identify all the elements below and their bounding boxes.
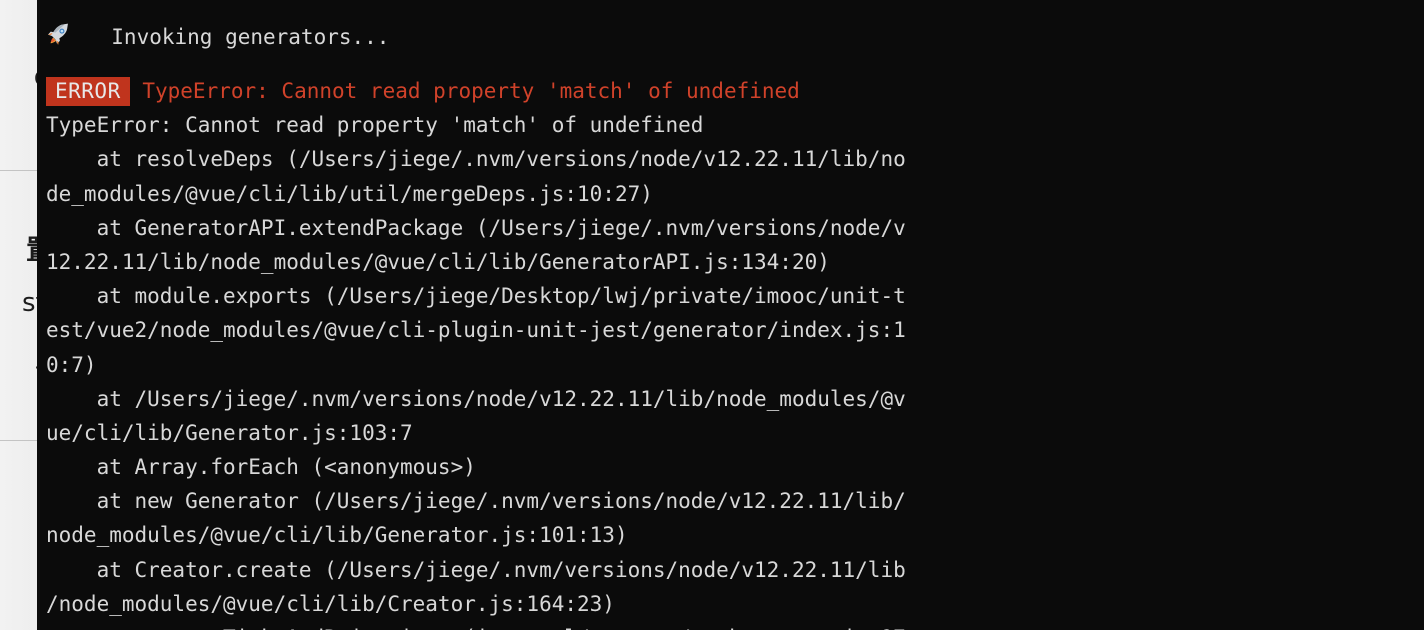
error-badge: ERROR bbox=[46, 77, 130, 106]
terminal-line: 0:7) bbox=[37, 348, 1424, 382]
terminal-line: at /Users/jiege/.nvm/versions/node/v12.2… bbox=[37, 382, 1424, 416]
terminal-line: node_modules/@vue/cli/lib/Generator.js:1… bbox=[37, 518, 1424, 552]
terminal-status-line: Invoking generators... bbox=[37, 0, 1424, 74]
terminal-text: at processTicksAndRejections (internal/p… bbox=[46, 626, 906, 630]
terminal-text: est/vue2/node_modules/@vue/cli-plugin-un… bbox=[46, 318, 906, 343]
terminal-text: at Array.forEach (<anonymous>) bbox=[46, 455, 476, 480]
terminal-text: at GeneratorAPI.extendPackage (/Users/ji… bbox=[46, 215, 906, 240]
terminal-line: at GeneratorAPI.extendPackage (/Users/ji… bbox=[37, 211, 1424, 245]
terminal-text: at module.exports (/Users/jiege/Desktop/… bbox=[46, 284, 906, 309]
terminal-line: de_modules/@vue/cli/lib/util/mergeDeps.j… bbox=[37, 177, 1424, 211]
screen-root: ', oce 置不 st 内 js.c 处 Pat Invoking gener… bbox=[0, 0, 1424, 630]
rocket-icon bbox=[46, 21, 86, 55]
terminal-line: est/vue2/node_modules/@vue/cli-plugin-un… bbox=[37, 313, 1424, 347]
terminal-text: at /Users/jiege/.nvm/versions/node/v12.2… bbox=[46, 386, 906, 411]
terminal-line: ue/cli/lib/Generator.js:103:7 bbox=[37, 416, 1424, 450]
terminal-text: /node_modules/@vue/cli/lib/Creator.js:16… bbox=[46, 591, 615, 616]
terminal-text: 0:7) bbox=[46, 352, 97, 377]
terminal-text: de_modules/@vue/cli/lib/util/mergeDeps.j… bbox=[46, 181, 653, 206]
terminal-status-text: Invoking generators... bbox=[86, 25, 390, 49]
terminal-error-line: ERROR TypeError: Cannot read property 'm… bbox=[37, 74, 1424, 108]
terminal-line: at processTicksAndRejections (internal/p… bbox=[37, 621, 1424, 630]
terminal-line: at module.exports (/Users/jiege/Desktop/… bbox=[37, 279, 1424, 313]
terminal-line: TypeError: Cannot read property 'match' … bbox=[37, 108, 1424, 142]
terminal-line: /node_modules/@vue/cli/lib/Creator.js:16… bbox=[37, 587, 1424, 621]
terminal-text: at new Generator (/Users/jiege/.nvm/vers… bbox=[46, 489, 906, 514]
terminal-text: node_modules/@vue/cli/lib/Generator.js:1… bbox=[46, 523, 628, 548]
terminal-text: ue/cli/lib/Generator.js:103:7 bbox=[46, 420, 413, 445]
terminal-line: at Array.forEach (<anonymous>) bbox=[37, 450, 1424, 484]
terminal-line: at Creator.create (/Users/jiege/.nvm/ver… bbox=[37, 553, 1424, 587]
terminal-text: at resolveDeps (/Users/jiege/.nvm/versio… bbox=[46, 147, 906, 172]
terminal-text: TypeError: Cannot read property 'match' … bbox=[46, 113, 704, 138]
terminal-window[interactable]: Invoking generators... ERROR TypeError: C… bbox=[37, 0, 1424, 630]
terminal-text: at Creator.create (/Users/jiege/.nvm/ver… bbox=[46, 557, 906, 582]
terminal-line: 12.22.11/lib/node_modules/@vue/cli/lib/G… bbox=[37, 245, 1424, 279]
terminal-line: at resolveDeps (/Users/jiege/.nvm/versio… bbox=[37, 142, 1424, 176]
terminal-output[interactable]: Invoking generators... ERROR TypeError: C… bbox=[37, 0, 1424, 630]
terminal-line: at new Generator (/Users/jiege/.nvm/vers… bbox=[37, 484, 1424, 518]
error-message-text: TypeError: Cannot read property 'match' … bbox=[129, 79, 800, 103]
terminal-text: 12.22.11/lib/node_modules/@vue/cli/lib/G… bbox=[46, 249, 830, 274]
